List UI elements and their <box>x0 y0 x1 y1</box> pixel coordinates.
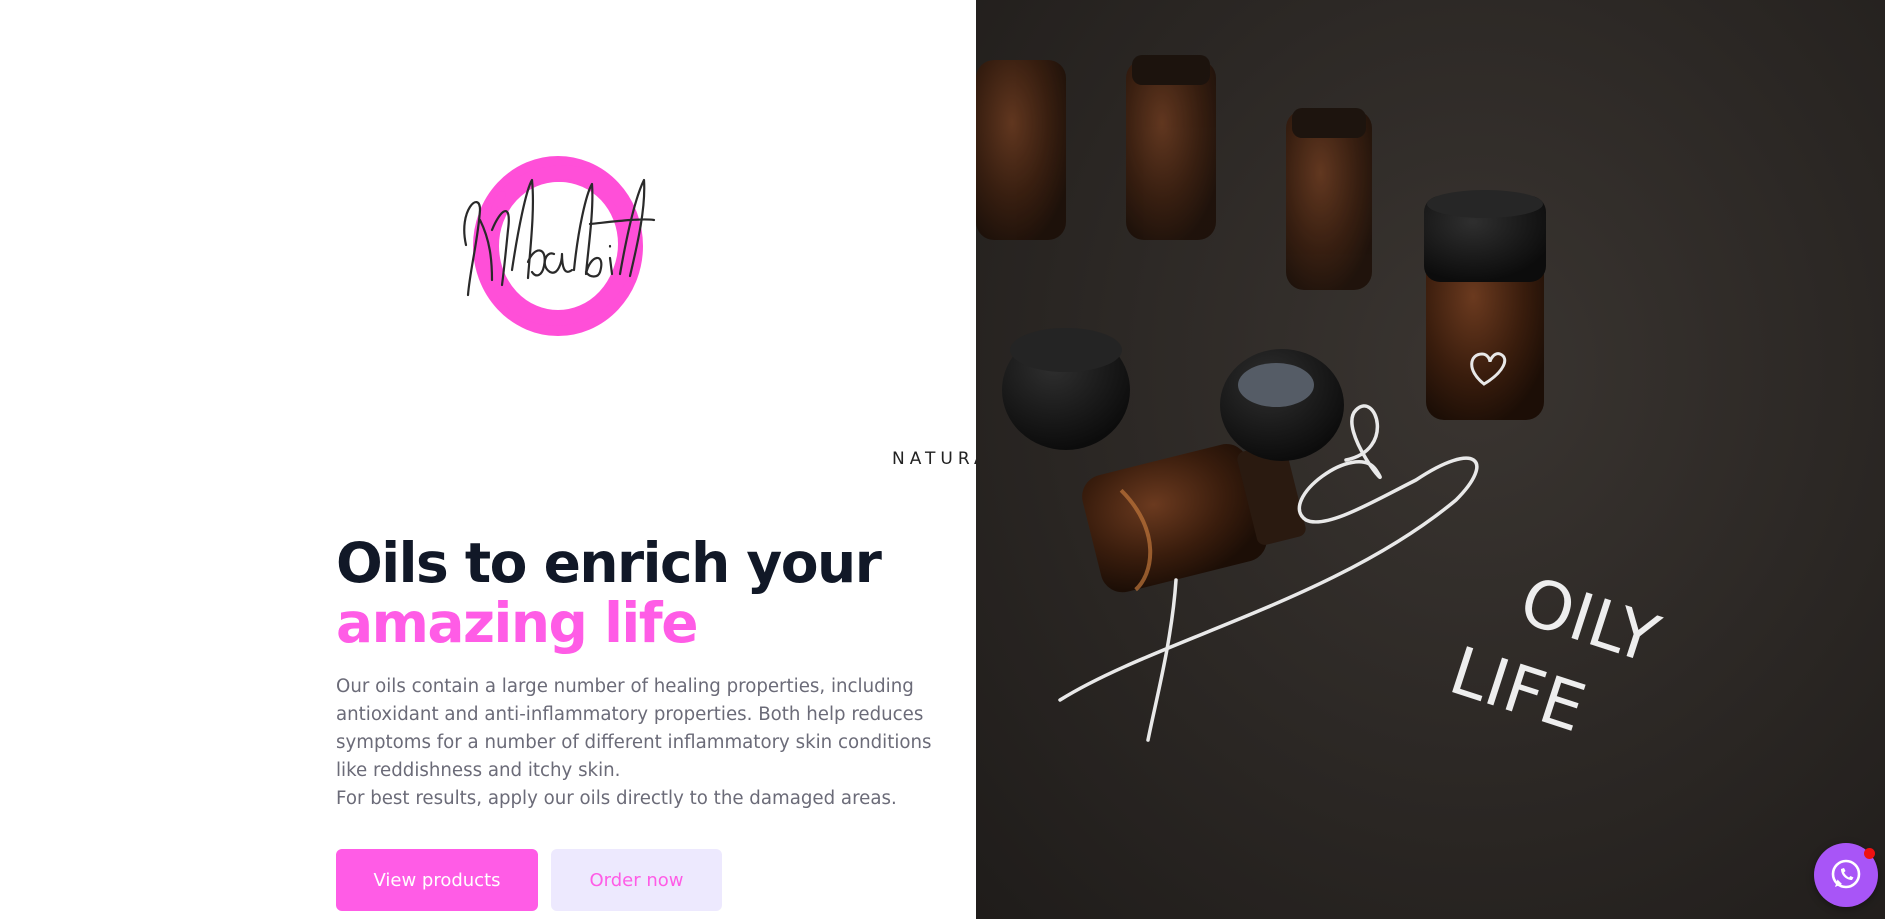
headline-line-1: Oils to enrich your <box>336 531 882 595</box>
hero-content: Oils to enrich your amazing life Our oil… <box>336 533 936 813</box>
description-paragraph-1: Our oils contain a large number of heali… <box>336 676 932 781</box>
oil-bottles-image: OILY LIFE <box>976 55 1668 747</box>
hero-headline: Oils to enrich your amazing life <box>336 533 936 653</box>
view-products-button[interactable]: View products <box>336 849 538 911</box>
hero-description: Our oils contain a large number of heali… <box>336 673 936 813</box>
whatsapp-chat-button[interactable] <box>1814 843 1878 907</box>
hero-photo: OILY LIFE <box>976 0 1885 919</box>
brand-logo[interactable]: NATURAL OILS <box>440 150 1069 469</box>
hero-actions: View products Order now <box>336 849 722 911</box>
description-paragraph-2: For best results, apply our oils directl… <box>336 788 897 809</box>
notification-badge <box>1864 848 1875 859</box>
order-now-button[interactable]: Order now <box>551 849 722 911</box>
logo-ring-icon <box>463 156 656 336</box>
whatsapp-icon <box>1831 859 1861 889</box>
headline-accent: amazing life <box>336 591 699 655</box>
hero-left-panel: NATURAL OILS Oils to enrich your amazing… <box>0 0 1069 919</box>
